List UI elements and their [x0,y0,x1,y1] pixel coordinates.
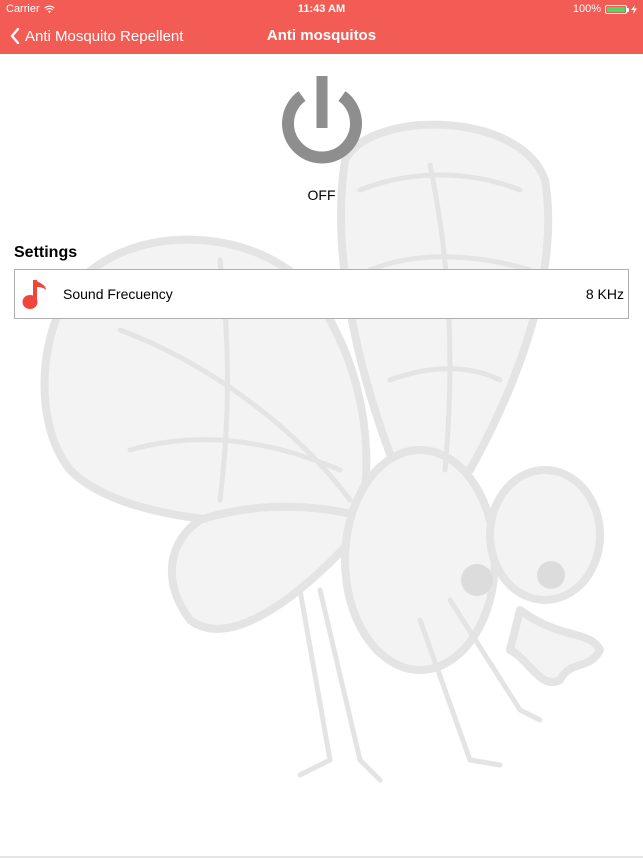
setting-value: 8 KHz [585,286,624,302]
battery-status: 100% [573,3,637,15]
charging-icon [631,4,637,14]
battery-icon [605,4,629,14]
clock: 11:43 AM [297,3,346,15]
back-button-label: Anti Mosquito Repellent [25,27,184,45]
setting-row-sound-frequency[interactable]: Sound Frecuency 8 KHz [14,269,629,319]
power-state-label: OFF [307,187,336,203]
settings-section-title: Settings [14,244,78,261]
back-button[interactable]: Anti Mosquito Repellent [10,18,183,54]
setting-label: Sound Frecuency [63,286,173,302]
status-bar: Carrier 11:43 AM 100% [0,0,643,18]
chevron-left-icon [10,28,20,44]
battery-percent: 100% [572,3,601,15]
music-note-icon [22,280,46,309]
power-button[interactable] [277,74,367,166]
mosquito-illustration [40,120,604,783]
navigation-bar: Anti Mosquito Repellent Anti mosquitos [0,18,643,54]
